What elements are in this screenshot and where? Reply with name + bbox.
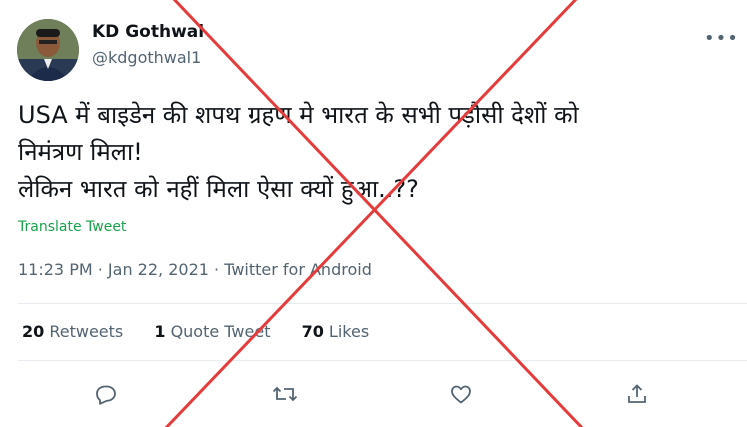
tweet-text-line: USA में बाइडेन की शपथ ग्रहण मे भारत के स… [18,101,579,129]
retweet-icon [272,386,298,402]
display-name[interactable]: KD Gothwal [92,22,204,42]
tweet-text-line: लेकिन भारत को नहीं मिला ऐसा क्यों हुआ..?… [18,175,419,203]
tweet-actions [0,377,747,411]
reply-button[interactable] [89,377,123,411]
meta-separator: · [208,260,225,279]
retweets-count: 20 [22,322,45,341]
quote-tweets-count: 1 [154,322,166,341]
avatar[interactable] [17,19,79,81]
divider [18,303,747,304]
translate-tweet-link[interactable]: Translate Tweet [18,219,126,235]
meta-separator: · [92,260,108,279]
like-button[interactable] [444,377,478,411]
tweet-text: USA में बाइडेन की शपथ ग्रहण मे भारत के स… [18,97,738,208]
tweet-card: KD Gothwal @kdgothwal1 ••• USA में बाइडे… [0,0,747,427]
quote-tweets-label: Quote Tweet [165,322,271,341]
retweets-label: Retweets [44,322,124,341]
likes-label: Likes [323,322,370,341]
retweets-stat[interactable]: 20 Retweets [22,322,123,341]
tweet-meta: 11:23 PM · Jan 22, 2021 · Twitter for An… [18,260,372,279]
retweet-button[interactable] [268,377,302,411]
divider [18,360,747,361]
tweet-stats: 20 Retweets 1 Quote Tweet 70 Likes [22,322,395,341]
avatar-image [17,19,79,81]
heart-icon [451,385,471,404]
likes-stat[interactable]: 70 Likes [302,322,370,341]
tweet-text-line: निमंत्रण मिला! [18,138,143,166]
tweet-date[interactable]: Jan 22, 2021 [108,260,209,279]
quote-tweets-stat[interactable]: 1 Quote Tweet [154,322,270,341]
user-handle[interactable]: @kdgothwal1 [92,48,201,67]
tweet-source[interactable]: Twitter for Android [224,260,372,279]
more-options-icon[interactable]: ••• [704,28,739,49]
share-button[interactable] [620,377,654,411]
share-icon [628,384,646,403]
tweet-time[interactable]: 11:23 PM [18,260,93,279]
likes-count: 70 [301,322,324,341]
reply-icon [96,385,116,405]
